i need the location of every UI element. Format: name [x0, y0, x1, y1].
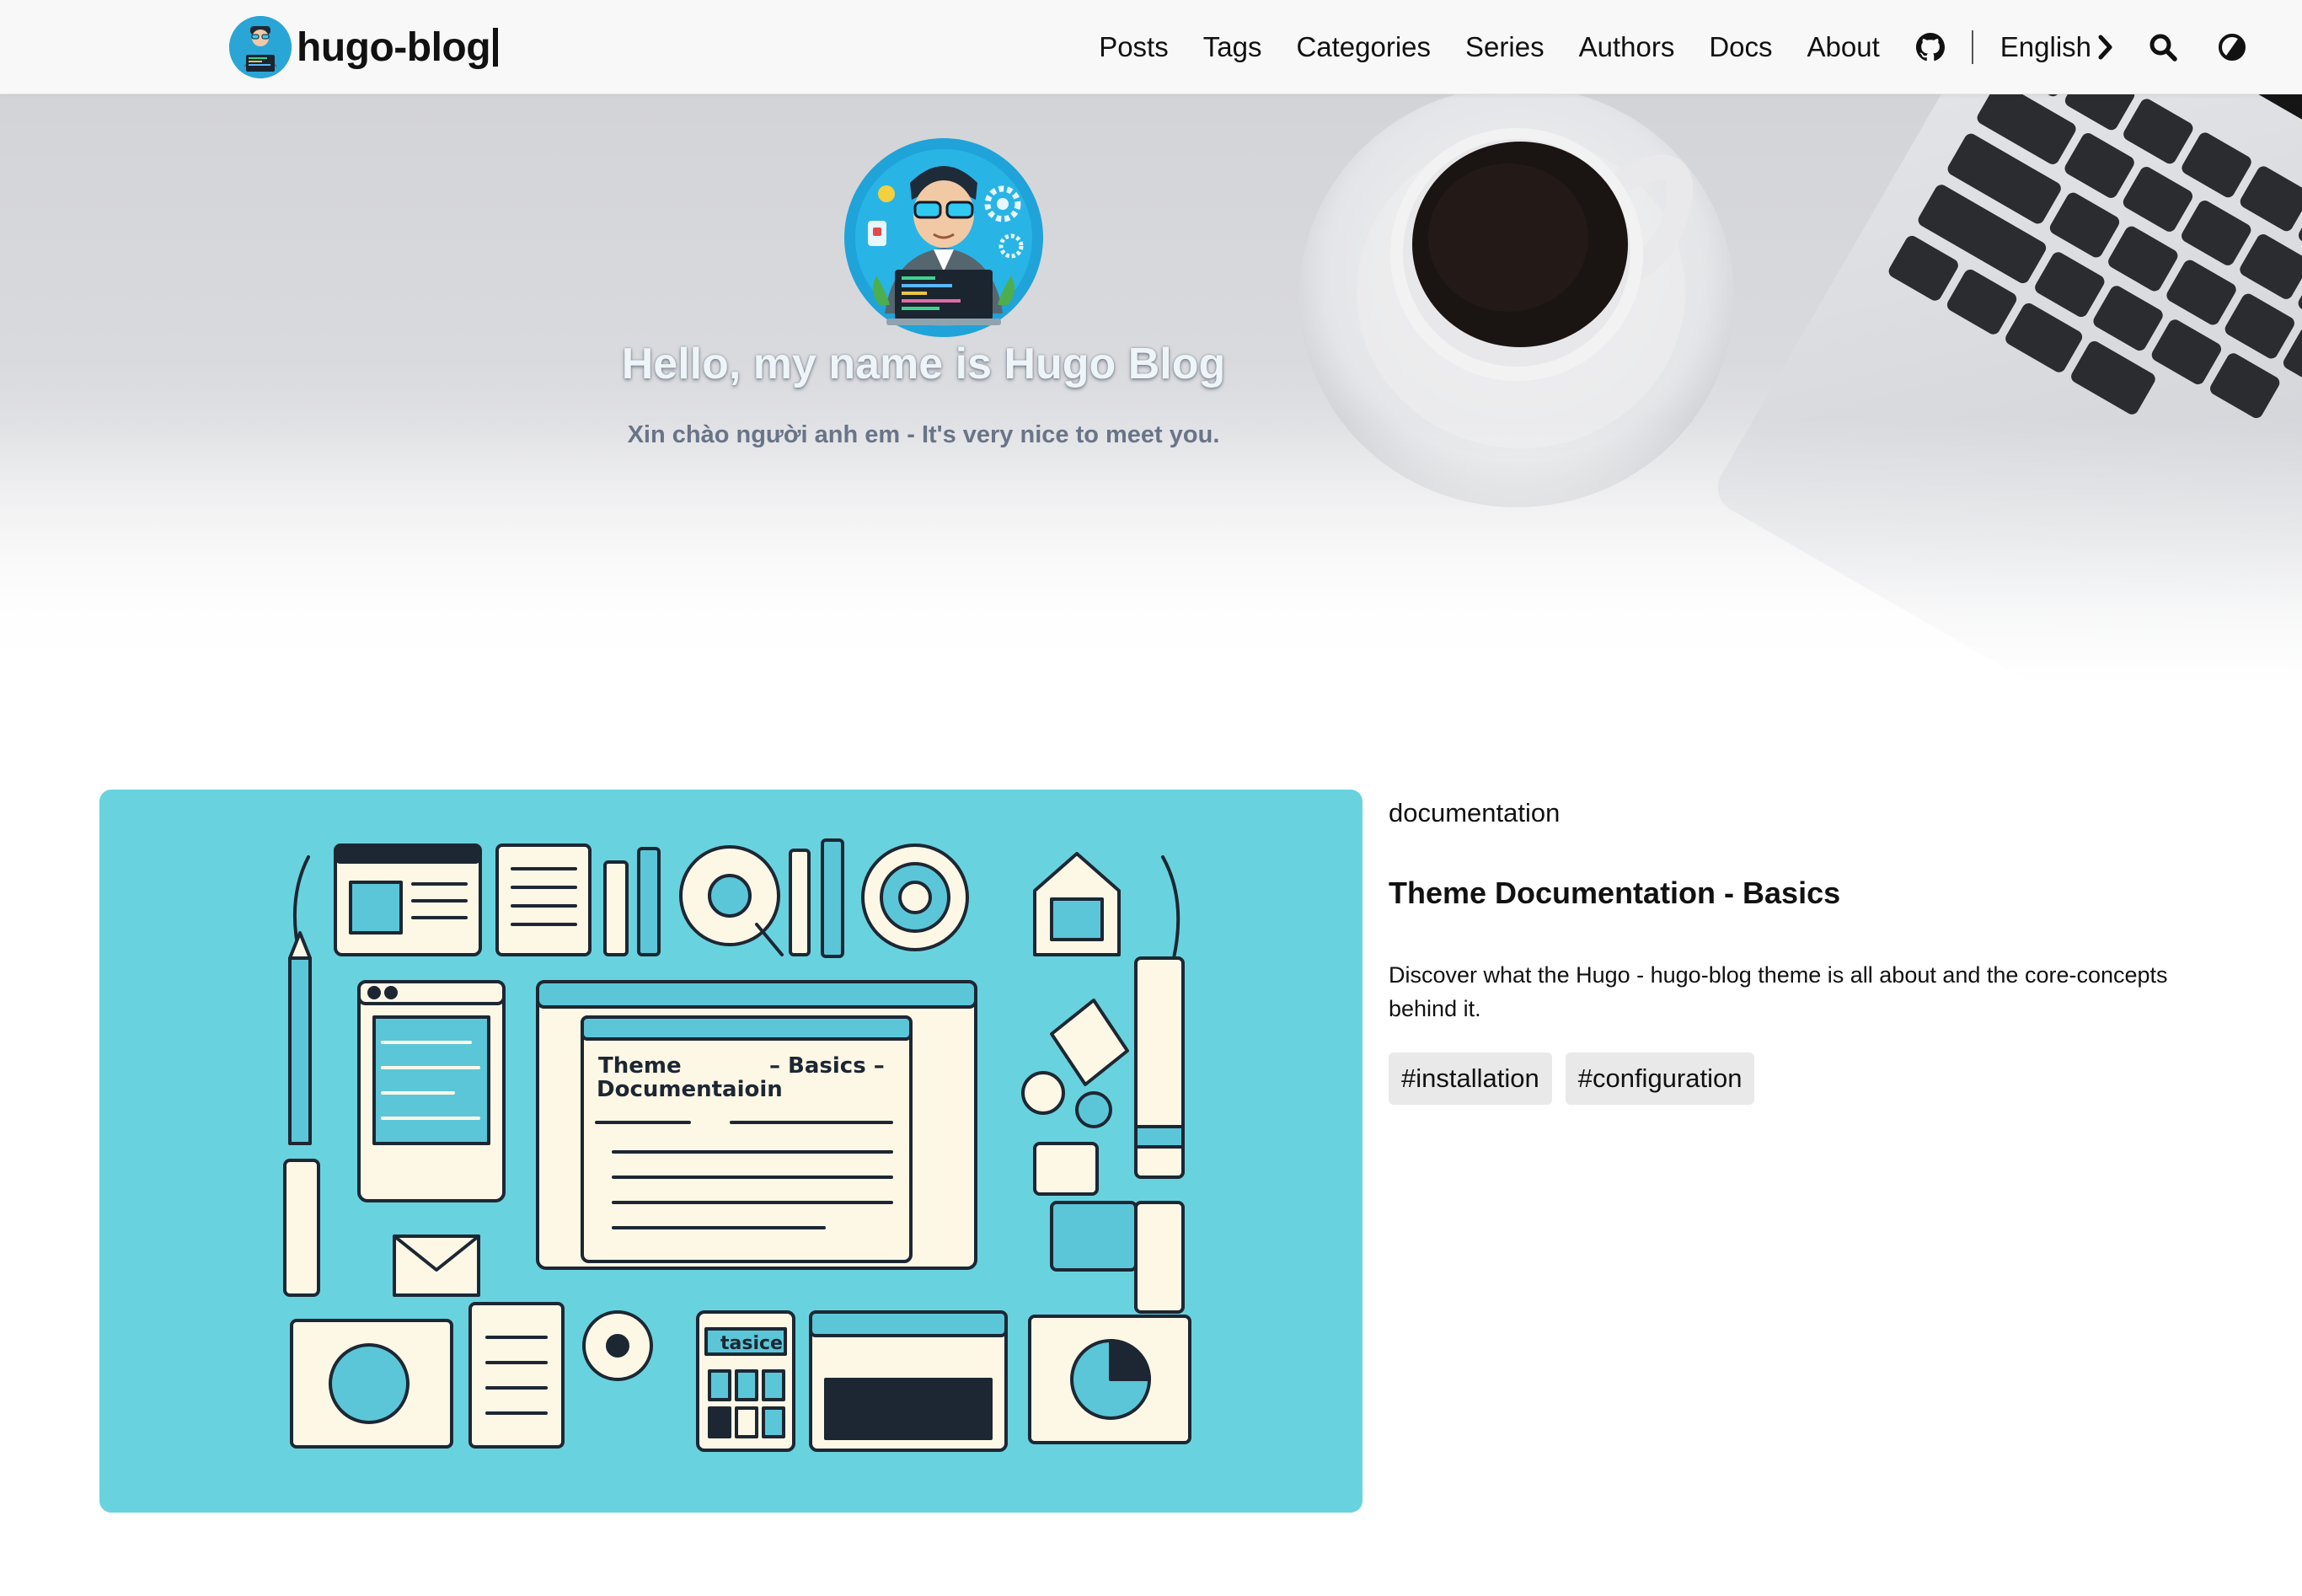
post-card: Theme Documentaioin – Basics – tasice do… — [99, 790, 2240, 1513]
brand-avatar — [229, 16, 292, 78]
nav-authors[interactable]: Authors — [1579, 31, 1675, 63]
nav-docs[interactable]: Docs — [1709, 31, 1772, 63]
search-icon[interactable] — [2147, 31, 2179, 63]
typing-cursor — [493, 28, 499, 67]
language-label: English — [2000, 31, 2091, 62]
hero-avatar — [843, 137, 1045, 339]
brand-title: hugo-blog — [297, 24, 491, 70]
post-tags: #installation #configuration — [1389, 1052, 1768, 1105]
main-nav: Posts Tags Categories Series Authors Doc… — [1099, 0, 2302, 94]
top-navbar: hugo-blog Posts Tags Categories Series A… — [0, 0, 2302, 94]
brand-link[interactable]: hugo-blog — [229, 10, 499, 84]
nav-divider — [1971, 30, 1973, 64]
illustration-heading-line2: Documentaioin — [597, 1077, 783, 1102]
nav-tags[interactable]: Tags — [1203, 31, 1262, 63]
post-title-link[interactable]: Theme Documentation - Basics — [1389, 876, 1840, 911]
tag-configuration[interactable]: #configuration — [1565, 1052, 1755, 1105]
nav-categories[interactable]: Categories — [1296, 31, 1431, 63]
language-switcher[interactable]: English — [2000, 31, 2115, 63]
hero-subtitle: Xin chào người anh em - It's very nice t… — [627, 421, 1220, 448]
illustration-heading-line1: Theme — [598, 1053, 682, 1079]
documentation-illustration: Theme Documentaioin – Basics – tasice — [283, 838, 1191, 1452]
nav-posts[interactable]: Posts — [1099, 31, 1169, 63]
tag-installation[interactable]: #installation — [1389, 1052, 1552, 1105]
theme-toggle-icon[interactable] — [2216, 31, 2248, 63]
post-category-link[interactable]: documentation — [1389, 798, 1560, 828]
post-featured-image[interactable]: Theme Documentaioin – Basics – tasice — [99, 790, 1362, 1513]
github-icon[interactable] — [1914, 31, 1946, 63]
nav-about[interactable]: About — [1807, 31, 1880, 63]
illustration-heading-right: – Basics – — [769, 1053, 885, 1079]
illustration-card-label: tasice — [720, 1333, 783, 1354]
hero-banner: Hello, my name is Hugo Blog Xin chào ngư… — [0, 94, 2302, 684]
hero-fade-overlay — [0, 94, 2302, 684]
post-summary: Discover what the Hugo - hugo-blog theme… — [1389, 962, 2168, 1021]
hero-title: Hello, my name is Hugo Blog — [621, 340, 1226, 388]
chevron-right-icon — [2098, 35, 2112, 60]
nav-series[interactable]: Series — [1465, 31, 1544, 63]
